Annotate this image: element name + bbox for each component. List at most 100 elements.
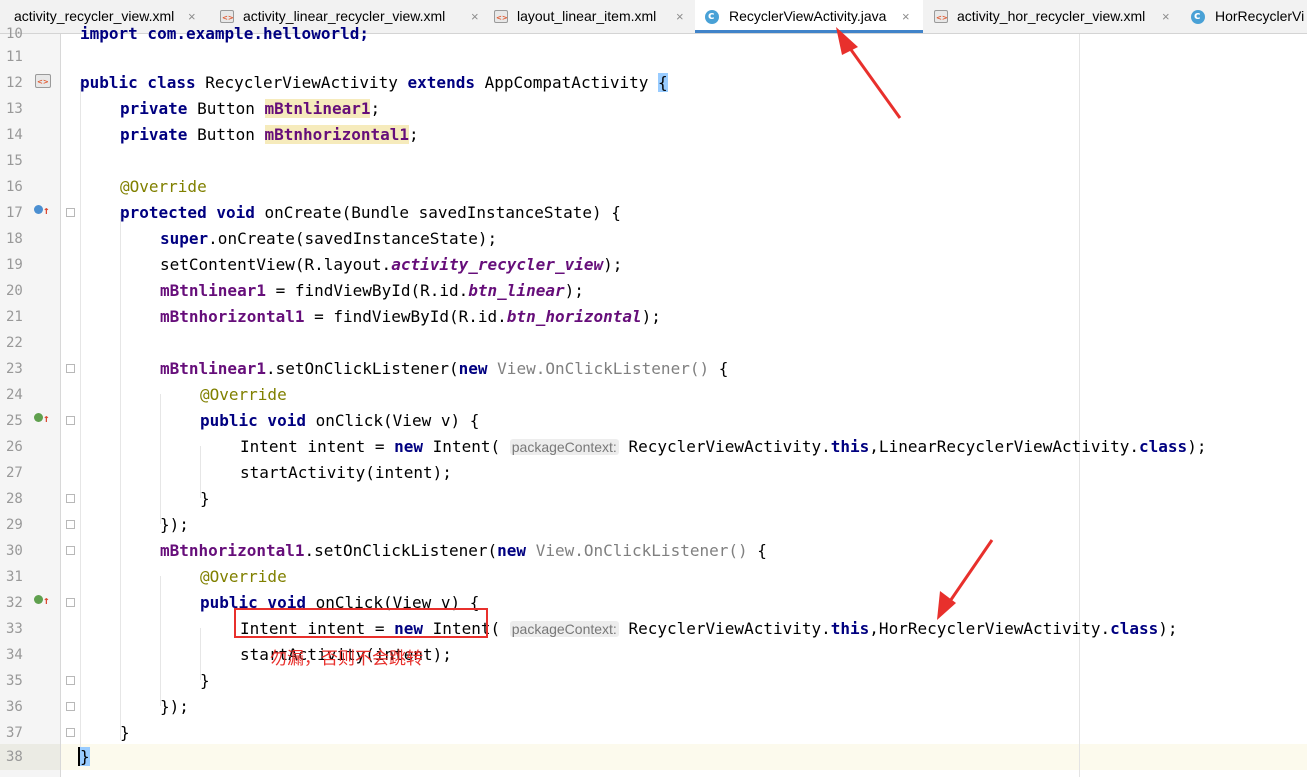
line-number: 32: [6, 595, 23, 611]
code-editor[interactable]: 10 11 12 13 14 15 16 17 18 19 20 21 22 2…: [0, 24, 1307, 777]
statement-end: );: [1187, 437, 1207, 456]
code-line-19: setContentView(R.layout.activity_recycle…: [160, 252, 622, 278]
line-number: 38: [6, 749, 23, 765]
keyword: new: [497, 541, 527, 560]
statement-end: );: [1158, 619, 1178, 638]
keyword: this: [830, 619, 870, 638]
field-name: mBtnlinear1: [160, 281, 266, 300]
gutter-divider: [60, 34, 61, 777]
terminator: ;: [370, 99, 381, 118]
code-line-30: mBtnhorizontal1.setOnClickListener(new V…: [160, 538, 767, 564]
code-line-31: @Override: [200, 567, 287, 586]
right-margin-guide: [1079, 34, 1080, 777]
keyword: public class: [80, 73, 196, 92]
keyword: public void: [200, 411, 306, 430]
keyword: new: [394, 437, 424, 456]
code-line-13: private Button mBtnlinear1;: [120, 96, 380, 122]
line-number: 14: [6, 127, 23, 143]
code-line-28: }: [200, 489, 210, 508]
superclass-name: AppCompatActivity: [484, 73, 649, 92]
xml-file-icon: [934, 10, 948, 23]
keyword: this: [830, 437, 870, 456]
code-line-37: }: [120, 723, 130, 742]
code-line-18: super.onCreate(savedInstanceState);: [160, 226, 497, 252]
close-tab-icon[interactable]: ×: [471, 0, 479, 33]
statement: Intent intent =: [240, 437, 395, 456]
keyword: class: [1139, 437, 1188, 456]
resource-id: activity_recycler_view: [391, 255, 604, 274]
keyword: extends: [407, 73, 475, 92]
statement-end: {: [709, 359, 729, 378]
argument: RecyclerViewActivity.: [628, 619, 831, 638]
code-line-21: mBtnhorizontal1 = findViewById(R.id.btn_…: [160, 304, 661, 330]
resource-id: btn_linear: [468, 281, 565, 300]
statement-end: );: [603, 255, 623, 274]
statement: = findViewById(R.id.: [265, 281, 469, 300]
line-number: 12: [6, 75, 23, 91]
statement-end: {: [747, 541, 767, 560]
line-number: 22: [6, 335, 23, 351]
override-method-icon[interactable]: ↑: [34, 205, 50, 217]
code-line-12: public class RecyclerViewActivity extend…: [80, 70, 668, 96]
implement-method-icon[interactable]: ↑: [34, 595, 50, 607]
annotation-note: 勿漏，否则不会跳转: [270, 649, 423, 669]
code-line-23: mBtnlinear1.setOnClickListener(new View.…: [160, 356, 728, 382]
close-tab-icon[interactable]: ×: [676, 0, 684, 33]
field-name: mBtnhorizontal1: [160, 307, 305, 326]
line-number: 25: [6, 413, 23, 429]
code-line-20: mBtnlinear1 = findViewById(R.id.btn_line…: [160, 278, 584, 304]
line-number: 19: [6, 257, 23, 273]
code-line-14: private Button mBtnhorizontal1;: [120, 122, 419, 148]
keyword: super: [160, 229, 209, 248]
statement: setContentView(R.layout.: [160, 255, 392, 274]
tab-layout-linear-item-xml[interactable]: layout_linear_item.xml ×: [486, 0, 694, 33]
anonymous-class: View.OnClickListener(): [497, 359, 710, 378]
keyword: new: [458, 359, 488, 378]
argument: ,HorRecyclerViewActivity.: [869, 619, 1111, 638]
close-tab-icon[interactable]: ×: [902, 0, 910, 33]
field-name: mBtnhorizontal1: [160, 541, 305, 560]
parameter-hint: packageContext:: [509, 439, 619, 455]
line-number: 33: [6, 621, 23, 637]
field-name: mBtnlinear1: [264, 99, 371, 118]
code-line-35: }: [200, 671, 210, 690]
fold-toggle-icon[interactable]: [66, 416, 75, 425]
fold-toggle-icon[interactable]: [66, 208, 75, 217]
related-layout-icon[interactable]: [35, 74, 51, 88]
highlight-box: [234, 608, 488, 638]
implement-method-icon[interactable]: ↑: [34, 413, 50, 425]
code-line-26: Intent intent = new Intent( packageConte…: [240, 434, 1206, 460]
tab-recyclerviewactivity-java[interactable]: RecyclerViewActivity.java ×: [695, 0, 923, 33]
line-number: 37: [6, 725, 23, 741]
anonymous-class: View.OnClickListener(): [535, 541, 748, 560]
fold-toggle-icon[interactable]: [66, 364, 75, 373]
line-number: 20: [6, 283, 23, 299]
line-number: 24: [6, 387, 23, 403]
constructor: Intent(: [432, 437, 501, 456]
code-line-36: });: [160, 697, 189, 716]
fold-toggle-icon[interactable]: [66, 728, 75, 737]
code-line-27: startActivity(intent);: [240, 463, 452, 482]
fold-toggle-icon[interactable]: [66, 546, 75, 555]
line-number: 15: [6, 153, 23, 169]
resource-id: btn_horizontal: [506, 307, 642, 326]
fold-toggle-icon[interactable]: [66, 702, 75, 711]
terminator: ;: [409, 125, 419, 144]
fold-toggle-icon[interactable]: [66, 676, 75, 685]
code-line-29: });: [160, 515, 189, 534]
current-line-highlight: [61, 744, 1307, 770]
fold-toggle-icon[interactable]: [66, 598, 75, 607]
indent-guide: [160, 576, 161, 706]
matched-brace: {: [658, 73, 668, 92]
fold-toggle-icon[interactable]: [66, 494, 75, 503]
line-number: 16: [6, 179, 23, 195]
code-line-25: public void onClick(View v) {: [200, 408, 479, 434]
import-statement: import com.example.helloworld;: [80, 24, 369, 43]
line-number: 29: [6, 517, 23, 533]
tab-horrecyclerviewactivity-java[interactable]: HorRecyclerVi: [1181, 0, 1307, 33]
statement: .setOnClickListener(: [265, 359, 459, 378]
fold-toggle-icon[interactable]: [66, 520, 75, 529]
statement: .setOnClickListener(: [304, 541, 498, 560]
tab-activity-hor-recycler-view-xml[interactable]: activity_hor_recycler_view.xml ×: [926, 0, 1176, 33]
close-tab-icon[interactable]: ×: [1162, 0, 1170, 33]
